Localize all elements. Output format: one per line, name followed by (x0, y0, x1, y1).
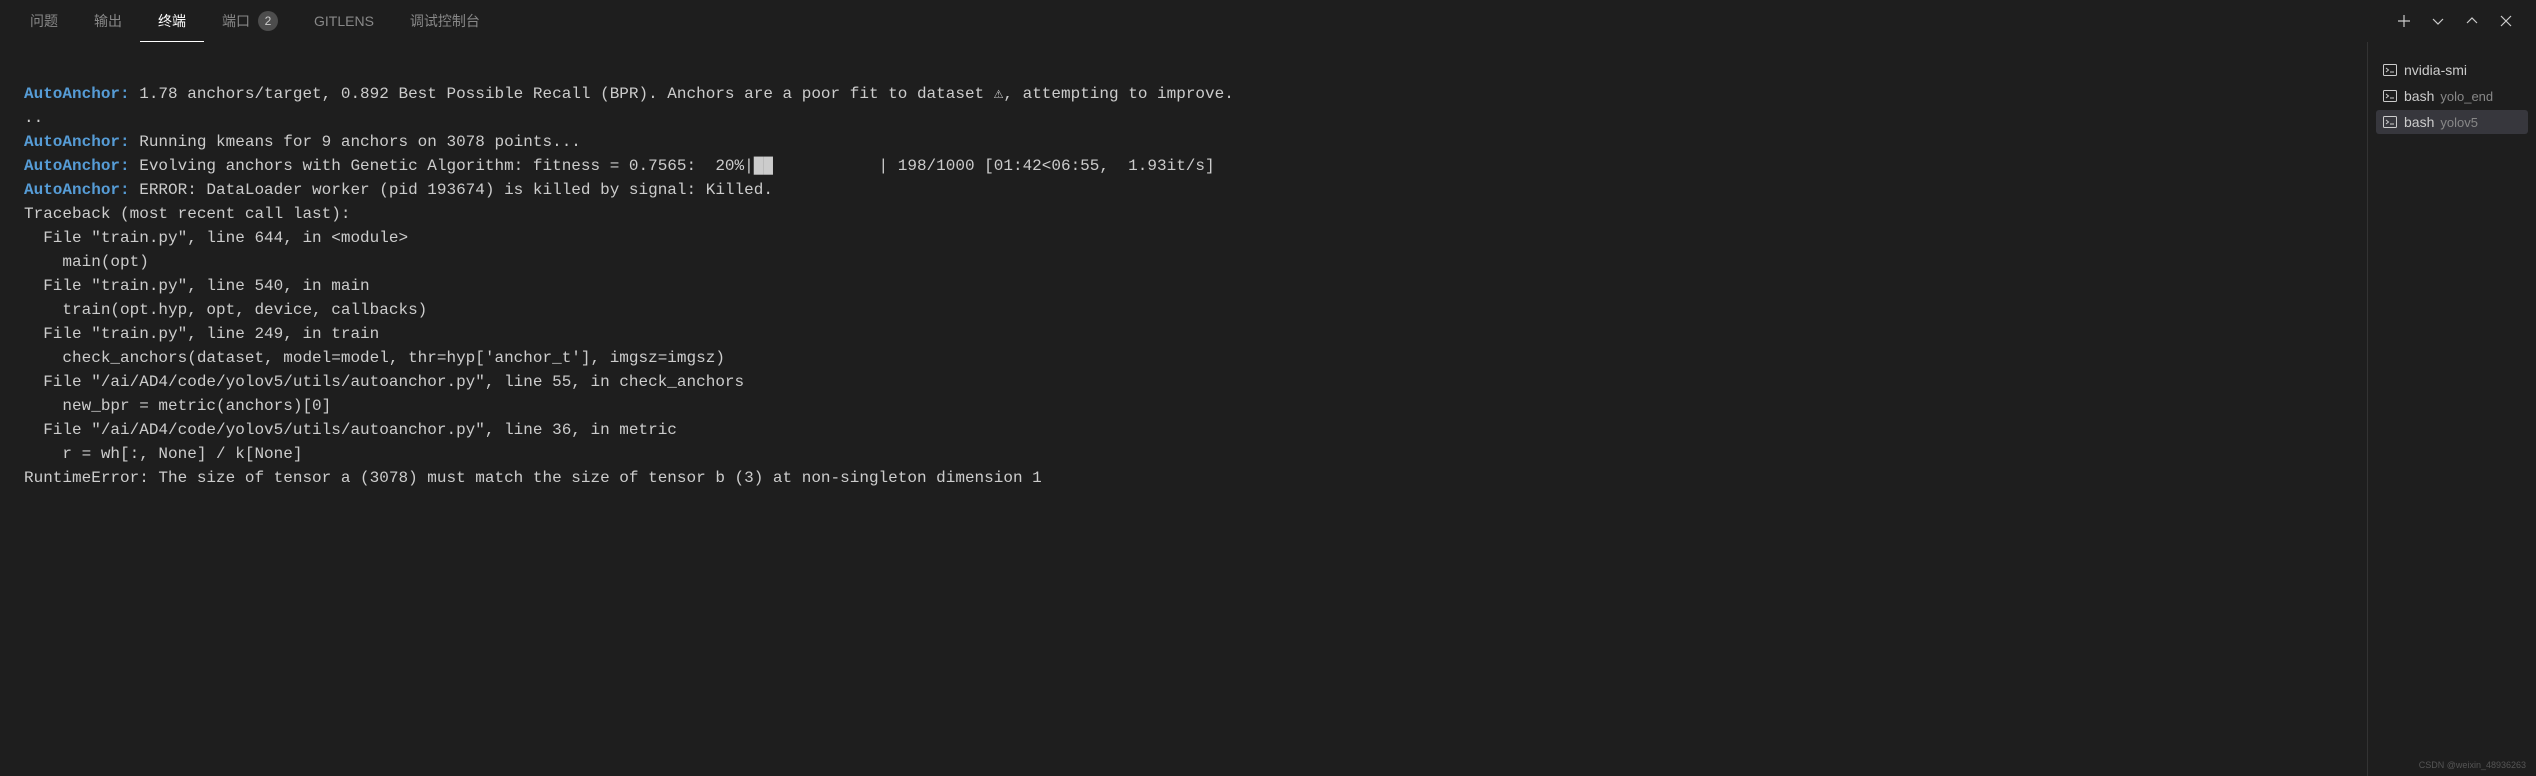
autoanchor-prefix: AutoAnchor: (24, 85, 139, 103)
terminal-dropdown-button[interactable] (2428, 11, 2448, 31)
terminal-sidebar: nvidia-smi bash yolo_end bash yolov5 (2368, 42, 2536, 776)
chevron-up-icon (2464, 13, 2480, 29)
terminal-icon (2382, 114, 2398, 130)
terminal-icon (2382, 62, 2398, 78)
tab-terminal[interactable]: 终端 (140, 1, 204, 42)
tab-label: 调试控制台 (410, 11, 480, 31)
terminal-line: 1.78 anchors/target, 0.892 Best Possible… (139, 85, 1234, 103)
terminal-item-sublabel: yolo_end (2440, 89, 2493, 104)
terminal-line: ERROR: DataLoader worker (pid 193674) is… (139, 181, 773, 199)
terminal-line: Evolving anchors with Genetic Algorithm:… (139, 157, 1214, 175)
terminal-item-bash-yolov5[interactable]: bash yolov5 (2376, 110, 2528, 134)
new-terminal-button[interactable] (2394, 11, 2414, 31)
plus-icon (2396, 13, 2412, 29)
ports-badge: 2 (258, 11, 278, 31)
tab-label: GITLENS (314, 13, 374, 29)
autoanchor-prefix: AutoAnchor: (24, 157, 139, 175)
panel-header: 问题 输出 终端 端口 2 GITLENS 调试控制台 (0, 0, 2536, 42)
close-panel-button[interactable] (2496, 11, 2516, 31)
header-actions (2394, 11, 2524, 31)
tab-label: 输出 (94, 11, 122, 31)
terminal-traceback: Traceback (most recent call last): File … (24, 205, 1042, 487)
tab-debug-console[interactable]: 调试控制台 (392, 1, 498, 41)
chevron-down-icon (2430, 13, 2446, 29)
autoanchor-prefix: AutoAnchor: (24, 181, 139, 199)
autoanchor-prefix: AutoAnchor: (24, 133, 139, 151)
terminal-item-label: nvidia-smi (2404, 62, 2467, 78)
terminal-item-label: bash (2404, 88, 2434, 104)
terminal-item-bash-yolo-end[interactable]: bash yolo_end (2376, 84, 2528, 108)
tab-label: 问题 (30, 11, 58, 31)
panel-tabs: 问题 输出 终端 端口 2 GITLENS 调试控制台 (12, 1, 498, 42)
maximize-panel-button[interactable] (2462, 11, 2482, 31)
terminal-icon (2382, 88, 2398, 104)
tab-output[interactable]: 输出 (76, 1, 140, 41)
close-icon (2498, 13, 2514, 29)
tab-problems[interactable]: 问题 (12, 1, 76, 41)
terminal-line: Running kmeans for 9 anchors on 3078 poi… (139, 133, 581, 151)
watermark: CSDN @weixin_48936263 (2419, 760, 2526, 770)
terminal-item-label: bash (2404, 114, 2434, 130)
terminal-output[interactable]: AutoAnchor: 1.78 anchors/target, 0.892 B… (0, 42, 2368, 776)
tab-gitlens[interactable]: GITLENS (296, 3, 392, 39)
tab-ports[interactable]: 端口 2 (204, 1, 296, 41)
terminal-item-sublabel: yolov5 (2440, 115, 2478, 130)
tab-label: 端口 (222, 11, 250, 31)
terminal-line: .. (24, 109, 43, 127)
main-area: AutoAnchor: 1.78 anchors/target, 0.892 B… (0, 42, 2536, 776)
tab-label: 终端 (158, 11, 186, 31)
terminal-item-nvidia-smi[interactable]: nvidia-smi (2376, 58, 2528, 82)
